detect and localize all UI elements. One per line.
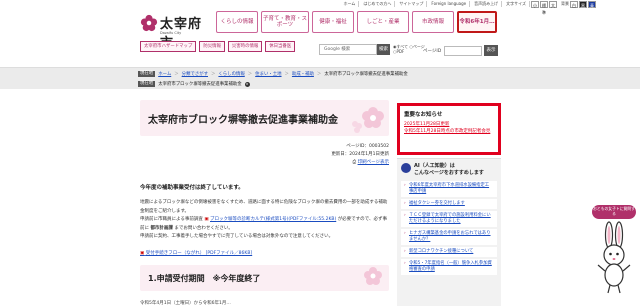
helper-bubble[interactable]: おともの女子トに質問する xyxy=(592,205,636,219)
topbar-link-voice[interactable]: 音声読み上げ xyxy=(471,1,503,7)
list-item[interactable]: ヒナガス構築基金の申請をお忘れではありませんか？ xyxy=(401,229,497,245)
ai-heading: AI（人工知能）は こんなページをおすすめします xyxy=(414,163,496,177)
gnav-work[interactable]: しごと・産業 xyxy=(357,11,409,33)
notice-heading: 今年度の補助事業受付は終了しています。 xyxy=(140,185,244,191)
page-title: 太宰府市ブロック塀等撤去促進事業補助金 xyxy=(148,115,338,126)
body-paragraph: 申請前に市職員による事前調査 ▣ ブロック塀等の診断カルテ(様式第1号)(PDF… xyxy=(140,216,389,233)
plum-decoration-icon xyxy=(364,267,382,285)
radio-pdf-label: PDF xyxy=(396,49,405,54)
page-id-text: ページID：0003502 xyxy=(346,144,389,149)
bg-white-button[interactable]: 白 xyxy=(570,0,578,8)
gnav-childcare[interactable]: 子育て・教育・スポーツ xyxy=(261,11,309,33)
breadcrumb-sep: ＞ xyxy=(174,72,179,77)
diagnosis-form-link[interactable]: ブロック塀等の診断カルテ(様式第1号)(PDFファイル:55.2KB) xyxy=(210,217,336,222)
fontsize-large-button[interactable]: 大 xyxy=(549,0,557,8)
list-item[interactable]: 新型コロナワクチン接種について xyxy=(401,247,497,257)
disaster-time-link[interactable]: 災害時の情報 xyxy=(227,41,263,52)
background-label: 背景 xyxy=(561,1,569,6)
body-text-run: までお問い合わせください。 xyxy=(174,225,233,231)
breadcrumb-bar: 現在地 ホーム ＞ 分類でさがす ＞ くらしの情報 ＞ 住まい・土地 ＞ 助成・… xyxy=(0,67,640,89)
ai-heading-line: こんなページをおすすめします xyxy=(414,170,484,176)
page-title-box: 太宰府市ブロック塀等撤去促進事業補助金 xyxy=(140,100,389,136)
breadcrumb-living[interactable]: くらしの情報 xyxy=(218,71,244,77)
topbar-link-firsttime[interactable]: はじめての方へ xyxy=(360,1,396,7)
breadcrumb-sep: ＞ xyxy=(284,72,289,77)
chat-helper[interactable]: おともの女子トに質問する xyxy=(592,205,636,295)
breadcrumb-sep: ＞ xyxy=(211,72,216,77)
breadcrumb-sep: ＞ xyxy=(247,72,253,77)
breadcrumb-home[interactable]: ホーム xyxy=(158,71,171,77)
search-scope-radios[interactable]: ◉すべて ○ページ ○PDF xyxy=(393,44,425,54)
gnav-living[interactable]: くらしの情報 xyxy=(216,11,258,33)
breadcrumb-sep: ＞ xyxy=(316,72,322,77)
ai-icon xyxy=(401,163,411,173)
flow-link-label: 受付手続きフロー（ながれ） [PDFファイル／86KB] xyxy=(145,251,253,256)
breadcrumb-here-label: 現在地 xyxy=(138,81,156,87)
disaster-info-link[interactable]: 防災情報 xyxy=(199,41,225,52)
important-heading: 重要なお知らせ xyxy=(404,112,443,118)
global-nav: くらしの情報 子育て・教育・スポーツ 健康・福祉 しごと・産業 市政情報 令和6… xyxy=(216,11,497,33)
city-name-en: Dazaifu City xyxy=(160,31,182,35)
search-input[interactable]: Google 検索 xyxy=(319,44,377,55)
fontsize-standard-button[interactable]: 標準 xyxy=(540,0,548,15)
page-meta: ページID：0003502 更新日：2024年1月1日更新 ⎙ 印刷ページ表示 xyxy=(300,143,389,167)
bg-blue-button[interactable]: 青 xyxy=(588,0,596,8)
holiday-doctor-link[interactable]: 休日当番医 xyxy=(265,41,296,52)
body-text: 地震によるブロック塀などの倒壊被害をなくすため、道路に面する特に危険なブロック塀… xyxy=(140,199,389,242)
site-logo[interactable]: 太宰府市 Dazaifu City xyxy=(140,12,212,51)
close-icon[interactable]: × xyxy=(244,81,250,87)
bg-black-button[interactable]: 黒 xyxy=(579,0,587,8)
section-heading-box: 1.申請受付期間 ※今年度終了 xyxy=(140,265,389,291)
updated-date: 更新日：2024年1月1日更新 xyxy=(331,152,389,157)
gnav-admin[interactable]: 市政情報 xyxy=(412,11,454,33)
plum-blossom-icon xyxy=(140,14,158,32)
ai-list: 令和6年度太宰府市下水道排水設備指定工事店申請 福祉タクシー券を交付します ＴＣ… xyxy=(401,181,497,277)
rabbit-mascot-icon xyxy=(597,221,631,294)
plum-decoration-icon xyxy=(352,107,384,133)
printer-icon: ⎙ xyxy=(352,160,357,165)
breadcrumb-current: 太宰府市ブロック塀等撤去促進事業補助金 xyxy=(158,82,242,87)
pdf-icon: ▣ xyxy=(204,217,209,223)
breadcrumb-subsidy[interactable]: 助成・補助 xyxy=(292,71,314,77)
important-link[interactable]: 令和5年11月28日時点の市政定例記者会見 xyxy=(404,129,494,136)
page-id-label: ページID xyxy=(423,49,442,54)
ai-recommend-box: AI（人工知能）は こんなページをおすすめします 令和6年度太宰府市下水道排水設… xyxy=(397,158,501,306)
body-paragraph: 申請前に契約、工事着手した場合やすでに完了している場合は対象外なので注意してくだ… xyxy=(140,234,334,240)
page-id-input[interactable] xyxy=(444,46,482,56)
section-body: 令和5年4月1日（土曜日）から令和6年1月… xyxy=(140,301,231,306)
list-item[interactable]: ＴＣＣ登録で太宰府での施設利用料金にいただけるようになりました xyxy=(401,211,497,227)
page-id-button[interactable]: 表示 xyxy=(484,45,498,56)
breadcrumb-secondary: 現在地 太宰府市ブロック塀等撤去促進事業補助金 × xyxy=(138,81,250,87)
body-text-run: 申請前に市職員による事前調査 xyxy=(140,217,203,223)
search-button[interactable]: 検索 xyxy=(377,44,390,55)
breadcrumb: 現在地 ホーム ＞ 分類でさがす ＞ くらしの情報 ＞ 住まい・土地 ＞ 助成・… xyxy=(138,71,408,77)
pdf-icon: ▣ xyxy=(140,251,145,256)
utility-bar: ホーム はじめての方へ サイトマップ Foreign language 音声読み… xyxy=(0,0,640,15)
breadcrumb-here-label: 現在地 xyxy=(138,71,156,77)
hazard-map-link[interactable]: 太宰府市ハザードマップ xyxy=(140,41,197,52)
department-name: 都市計画課 xyxy=(150,225,173,231)
important-notice-box: 重要なお知らせ 2025年11月28日更新 令和5年11月28日時点の市政定例記… xyxy=(397,103,501,155)
list-item[interactable]: 令和5・7年度指名（一般）競争入札参加資格審査の申請 xyxy=(401,259,497,275)
topbar-fontsize-label: 文字サイズ xyxy=(503,1,530,7)
topbar-link-sitemap[interactable]: サイトマップ xyxy=(396,1,428,7)
gnav-health[interactable]: 健康・福祉 xyxy=(312,11,354,33)
section-heading: 1.申請受付期間 ※今年度終了 xyxy=(148,274,261,283)
print-link[interactable]: 印刷ページ表示 xyxy=(358,160,389,165)
breadcrumb-category[interactable]: 分類でさがす xyxy=(182,71,208,77)
topbar-link-foreign[interactable]: Foreign language xyxy=(428,1,471,7)
topbar-link-home[interactable]: ホーム xyxy=(341,1,360,7)
breadcrumb-current: 太宰府市ブロック塀等撤去促進事業補助金 xyxy=(324,72,408,77)
breadcrumb-housing[interactable]: 住まい・土地 xyxy=(255,71,281,77)
site-header: 太宰府市 Dazaifu City くらしの情報 子育て・教育・スポーツ 健康・… xyxy=(0,8,640,51)
ai-heading-line: AI（人工知能）は xyxy=(414,163,455,169)
fontsize-small-button[interactable]: 小 xyxy=(531,0,539,8)
body-paragraph: 地震によるブロック塀などの倒壊被害をなくすため、道路に面する特に危険なブロック塀… xyxy=(140,200,388,214)
gnav-emergency[interactable]: 令和6年1月… xyxy=(457,11,497,33)
list-item[interactable]: 福祉タクシー券を交付します xyxy=(401,199,497,209)
list-item[interactable]: 令和6年度太宰府市下水道排水設備指定工事店申請 xyxy=(401,181,497,197)
flow-pdf-link[interactable]: ▣ 受付手続きフロー（ながれ） [PDFファイル／86KB] xyxy=(140,250,252,256)
